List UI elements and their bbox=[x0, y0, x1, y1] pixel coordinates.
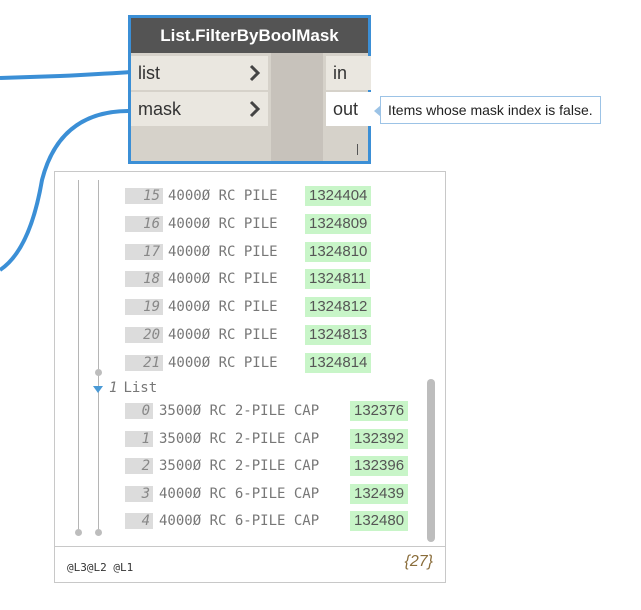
output-port-out[interactable]: out bbox=[326, 92, 371, 126]
item-index: 3 bbox=[125, 486, 153, 502]
item-label: 4000Ø RC PILE bbox=[168, 271, 278, 287]
node-title[interactable]: List.FilterByBoolMask bbox=[131, 18, 368, 53]
list-item: 16 4000Ø RC PILE bbox=[125, 213, 278, 235]
item-index: 18 bbox=[125, 271, 163, 287]
item-value: 1324810 bbox=[305, 242, 372, 262]
item-value: 1324809 bbox=[305, 214, 372, 234]
tree-node-dot bbox=[95, 529, 102, 536]
tree-guide-line bbox=[98, 180, 99, 534]
item-value: 1324812 bbox=[305, 297, 372, 317]
tree-node-dot bbox=[75, 529, 82, 536]
preview-scrollbar[interactable] bbox=[427, 379, 435, 542]
preview-bubble[interactable]: 15 4000Ø RC PILE 1324404 16 4000Ø RC PILE … bbox=[54, 171, 446, 583]
list-item: 17 4000Ø RC PILE bbox=[125, 241, 278, 263]
tree-node-dot bbox=[95, 369, 102, 376]
item-label: 4000Ø RC PILE bbox=[168, 299, 278, 315]
item-value: 132392 bbox=[350, 429, 409, 449]
output-port-label: out bbox=[333, 98, 359, 119]
filter-by-bool-mask-node[interactable]: List.FilterByBoolMask list mask in out bbox=[128, 15, 371, 164]
collapse-triangle-icon[interactable] bbox=[93, 386, 103, 393]
list-item: 3 4000Ø RC 6-PILE CAP bbox=[125, 483, 319, 505]
input-port-mask[interactable]: mask bbox=[131, 92, 268, 126]
sublist-header[interactable]: 1 List bbox=[93, 377, 157, 399]
item-index: 15 bbox=[125, 188, 163, 204]
chevron-right-icon bbox=[249, 64, 261, 82]
list-item: 18 4000Ø RC PILE bbox=[125, 268, 278, 290]
item-index: 21 bbox=[125, 355, 163, 371]
list-item: 19 4000Ø RC PILE bbox=[125, 296, 278, 318]
list-item: 0 3500Ø RC 2-PILE CAP bbox=[125, 400, 319, 422]
tree-guide-line bbox=[78, 180, 79, 534]
wire-list[interactable] bbox=[0, 70, 132, 80]
output-tooltip: Items whose mask index is false. bbox=[374, 96, 601, 124]
item-value: 132376 bbox=[350, 401, 409, 421]
input-port-list[interactable]: list bbox=[131, 56, 268, 90]
item-label: 3500Ø RC 2-PILE CAP bbox=[159, 431, 320, 447]
item-label: 4000Ø RC PILE bbox=[168, 216, 278, 232]
list-item: 4 4000Ø RC 6-PILE CAP bbox=[125, 510, 319, 532]
lacing-indicator[interactable] bbox=[357, 144, 358, 155]
item-index: 1 bbox=[125, 431, 153, 447]
item-label: 4000Ø RC 6-PILE CAP bbox=[159, 486, 320, 502]
item-index: 19 bbox=[125, 299, 163, 315]
preview-list[interactable]: 15 4000Ø RC PILE 1324404 16 4000Ø RC PILE … bbox=[55, 172, 445, 544]
sublist-label: List bbox=[123, 380, 158, 396]
list-item: 2 3500Ø RC 2-PILE CAP bbox=[125, 455, 319, 477]
input-port-label: mask bbox=[138, 98, 182, 119]
item-label: 4000Ø RC 6-PILE CAP bbox=[159, 513, 320, 529]
item-value: 132439 bbox=[350, 484, 409, 504]
sublist-count: 1 bbox=[109, 380, 118, 396]
output-port-in[interactable]: in bbox=[326, 56, 371, 90]
item-index: 2 bbox=[125, 458, 153, 474]
item-index: 20 bbox=[125, 327, 163, 343]
list-item: 21 4000Ø RC PILE bbox=[125, 352, 278, 374]
item-index: 4 bbox=[125, 513, 153, 529]
item-value: 132480 bbox=[350, 511, 409, 531]
item-value: 1324814 bbox=[305, 353, 372, 373]
item-value: 1324813 bbox=[305, 325, 372, 345]
item-index: 17 bbox=[125, 244, 163, 260]
item-label: 3500Ø RC 2-PILE CAP bbox=[159, 403, 320, 419]
preview-footer: @L3@L2 @L1 {27} bbox=[55, 546, 445, 582]
input-port-label: list bbox=[138, 62, 160, 83]
node-center-area bbox=[271, 53, 323, 161]
node-body: list mask in out bbox=[131, 53, 371, 161]
list-item: 20 4000Ø RC PILE bbox=[125, 324, 278, 346]
chevron-right-icon bbox=[249, 100, 261, 118]
item-index: 16 bbox=[125, 216, 163, 232]
item-count: {27} bbox=[404, 553, 433, 570]
item-label: 4000Ø RC PILE bbox=[168, 355, 278, 371]
item-value: 1324811 bbox=[305, 269, 371, 289]
item-label: 4000Ø RC PILE bbox=[168, 244, 278, 260]
item-label: 3500Ø RC 2-PILE CAP bbox=[159, 458, 320, 474]
item-index: 0 bbox=[125, 403, 153, 419]
output-port-label: in bbox=[333, 62, 348, 83]
list-item: 1 3500Ø RC 2-PILE CAP bbox=[125, 428, 319, 450]
item-value: 132396 bbox=[350, 456, 409, 476]
list-item: 15 4000Ø RC PILE bbox=[125, 185, 278, 207]
list-levels: @L3@L2 @L1 bbox=[67, 561, 134, 574]
item-value: 1324404 bbox=[305, 186, 372, 206]
item-label: 4000Ø RC PILE bbox=[168, 188, 278, 204]
item-label: 4000Ø RC PILE bbox=[168, 327, 278, 343]
